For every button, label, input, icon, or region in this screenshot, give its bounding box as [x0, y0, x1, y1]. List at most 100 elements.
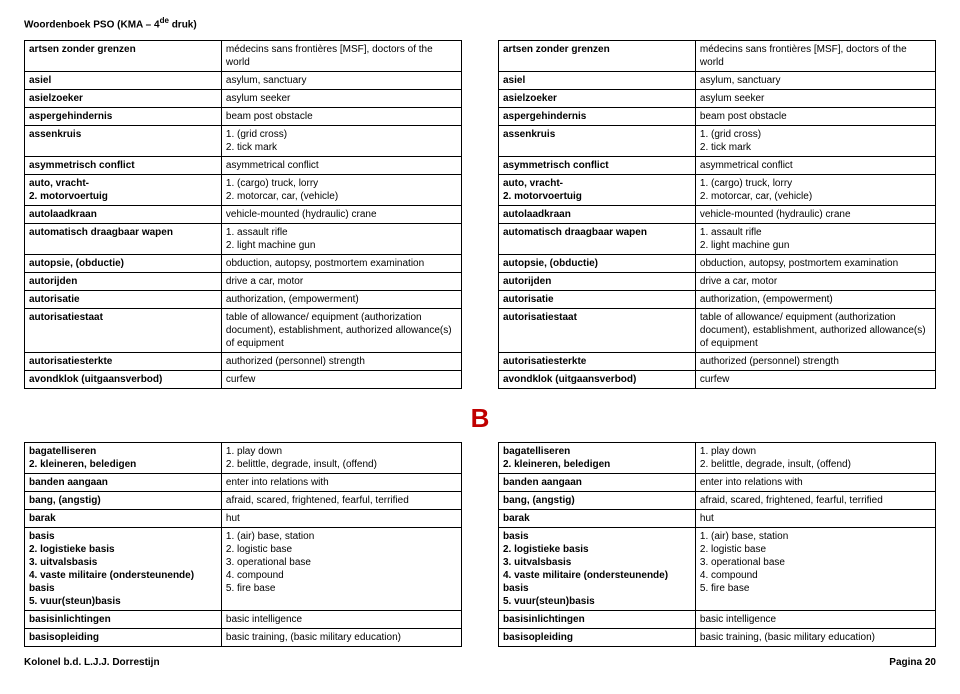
definition-cell: vehicle-mounted (hydraulic) crane	[221, 206, 461, 224]
term-cell: basisinlichtingen	[25, 611, 222, 629]
term-cell: bagatelliseren 2. kleineren, beledigen	[25, 443, 222, 474]
definition-cell: 1. (grid cross) 2. tick mark	[221, 126, 461, 157]
term-cell: automatisch draagbaar wapen	[499, 224, 696, 255]
definition-cell: afraid, scared, frightened, fearful, ter…	[695, 492, 935, 510]
table-row: asielzoekerasylum seeker	[499, 90, 936, 108]
table-row: autorisatiestaattable of allowance/ equi…	[499, 309, 936, 353]
term-cell: autorijden	[499, 273, 696, 291]
table-row: aspergehindernisbeam post obstacle	[499, 108, 936, 126]
definition-cell: basic training, (basic military educatio…	[695, 629, 935, 647]
term-cell: automatisch draagbaar wapen	[25, 224, 222, 255]
table-row: automatisch draagbaar wapen1. assault ri…	[499, 224, 936, 255]
term-cell: basisopleiding	[25, 629, 222, 647]
table-row: auto, vracht- 2. motorvoertuig1. (cargo)…	[25, 175, 462, 206]
table-row: auto, vracht- 2. motorvoertuig1. (cargo)…	[499, 175, 936, 206]
footer-right: Pagina 20	[889, 657, 936, 668]
table-row: asymmetrisch conflictasymmetrical confli…	[25, 157, 462, 175]
table-row: bang, (angstig)afraid, scared, frightene…	[25, 492, 462, 510]
term-cell: autorisatiestaat	[25, 309, 222, 353]
term-cell: basis 2. logistieke basis 3. uitvalsbasi…	[25, 528, 222, 611]
page-header: Woordenboek PSO (KMA – 4de druk)	[24, 16, 936, 30]
table-row: basis 2. logistieke basis 3. uitvalsbasi…	[499, 528, 936, 611]
term-cell: artsen zonder grenzen	[499, 41, 696, 72]
table-row: artsen zonder grenzenmédecins sans front…	[25, 41, 462, 72]
table-row: autolaadkraanvehicle-mounted (hydraulic)…	[25, 206, 462, 224]
table-row: basisopleidingbasic training, (basic mil…	[499, 629, 936, 647]
term-cell: asiel	[25, 72, 222, 90]
definition-cell: asylum seeker	[695, 90, 935, 108]
header-title-b: druk)	[169, 19, 197, 30]
definition-cell: obduction, autopsy, postmortem examinati…	[221, 255, 461, 273]
term-cell: asielzoeker	[499, 90, 696, 108]
definition-cell: 1. (cargo) truck, lorry 2. motorcar, car…	[221, 175, 461, 206]
definition-cell: asymmetrical conflict	[695, 157, 935, 175]
term-cell: basis 2. logistieke basis 3. uitvalsbasi…	[499, 528, 696, 611]
term-cell: autolaadkraan	[499, 206, 696, 224]
table-row: autopsie, (obductie)obduction, autopsy, …	[499, 255, 936, 273]
table-row: autolaadkraanvehicle-mounted (hydraulic)…	[499, 206, 936, 224]
definition-cell: authorized (personnel) strength	[221, 353, 461, 371]
definition-cell: authorization, (empowerment)	[695, 291, 935, 309]
table-row: bang, (angstig)afraid, scared, frightene…	[499, 492, 936, 510]
section-letter: B	[24, 403, 936, 434]
definition-cell: table of allowance/ equipment (authoriza…	[221, 309, 461, 353]
table-row: banden aangaanenter into relations with	[499, 474, 936, 492]
table-row: autorijdendrive a car, motor	[499, 273, 936, 291]
table-row: avondklok (uitgaansverbod)curfew	[499, 371, 936, 389]
table-row: basisopleidingbasic training, (basic mil…	[25, 629, 462, 647]
term-cell: bagatelliseren 2. kleineren, beledigen	[499, 443, 696, 474]
table-row: aspergehindernisbeam post obstacle	[25, 108, 462, 126]
definition-cell: drive a car, motor	[221, 273, 461, 291]
table-b-right: bagatelliseren 2. kleineren, beledigen1.…	[498, 442, 936, 647]
definition-cell: enter into relations with	[695, 474, 935, 492]
term-cell: asymmetrisch conflict	[25, 157, 222, 175]
term-cell: autorisatiesterkte	[499, 353, 696, 371]
term-cell: autorijden	[25, 273, 222, 291]
term-cell: artsen zonder grenzen	[25, 41, 222, 72]
definition-cell: hut	[221, 510, 461, 528]
table-row: autorisatiesterkteauthorized (personnel)…	[499, 353, 936, 371]
table-row: autopsie, (obductie)obduction, autopsy, …	[25, 255, 462, 273]
table-a-right: artsen zonder grenzenmédecins sans front…	[498, 40, 936, 389]
table-row: autorisatiestaattable of allowance/ equi…	[25, 309, 462, 353]
table-row: asielzoekerasylum seeker	[25, 90, 462, 108]
definition-cell: obduction, autopsy, postmortem examinati…	[695, 255, 935, 273]
table-row: artsen zonder grenzenmédecins sans front…	[499, 41, 936, 72]
definition-cell: médecins sans frontières [MSF], doctors …	[695, 41, 935, 72]
table-row: banden aangaanenter into relations with	[25, 474, 462, 492]
header-title-a: Woordenboek PSO (KMA – 4	[24, 19, 160, 30]
term-cell: autorisatie	[25, 291, 222, 309]
term-cell: autorisatiesterkte	[25, 353, 222, 371]
term-cell: assenkruis	[25, 126, 222, 157]
table-row: autorijdendrive a car, motor	[25, 273, 462, 291]
term-cell: banden aangaan	[499, 474, 696, 492]
table-row: autorisatieauthorization, (empowerment)	[499, 291, 936, 309]
definition-cell: drive a car, motor	[695, 273, 935, 291]
definition-cell: basic training, (basic military educatio…	[221, 629, 461, 647]
term-cell: autorisatiestaat	[499, 309, 696, 353]
term-cell: asiel	[499, 72, 696, 90]
definition-cell: curfew	[695, 371, 935, 389]
table-a-left: artsen zonder grenzenmédecins sans front…	[24, 40, 462, 389]
definition-cell: beam post obstacle	[221, 108, 461, 126]
term-cell: autolaadkraan	[25, 206, 222, 224]
definition-cell: afraid, scared, frightened, fearful, ter…	[221, 492, 461, 510]
term-cell: autorisatie	[499, 291, 696, 309]
term-cell: bang, (angstig)	[25, 492, 222, 510]
table-row: basis 2. logistieke basis 3. uitvalsbasi…	[25, 528, 462, 611]
definition-cell: 1. (grid cross) 2. tick mark	[695, 126, 935, 157]
table-row: automatisch draagbaar wapen1. assault ri…	[25, 224, 462, 255]
definition-cell: 1. (cargo) truck, lorry 2. motorcar, car…	[695, 175, 935, 206]
table-row: autorisatiesterkteauthorized (personnel)…	[25, 353, 462, 371]
definition-cell: hut	[695, 510, 935, 528]
table-row: bagatelliseren 2. kleineren, beledigen1.…	[25, 443, 462, 474]
definition-cell: 1. play down 2. belittle, degrade, insul…	[695, 443, 935, 474]
table-row: avondklok (uitgaansverbod)curfew	[25, 371, 462, 389]
definition-cell: 1. (air) base, station 2. logistic base …	[695, 528, 935, 611]
definition-cell: vehicle-mounted (hydraulic) crane	[695, 206, 935, 224]
table-row: bagatelliseren 2. kleineren, beledigen1.…	[499, 443, 936, 474]
definition-cell: 1. (air) base, station 2. logistic base …	[221, 528, 461, 611]
term-cell: barak	[25, 510, 222, 528]
term-cell: autopsie, (obductie)	[499, 255, 696, 273]
definition-cell: 1. assault rifle 2. light machine gun	[695, 224, 935, 255]
